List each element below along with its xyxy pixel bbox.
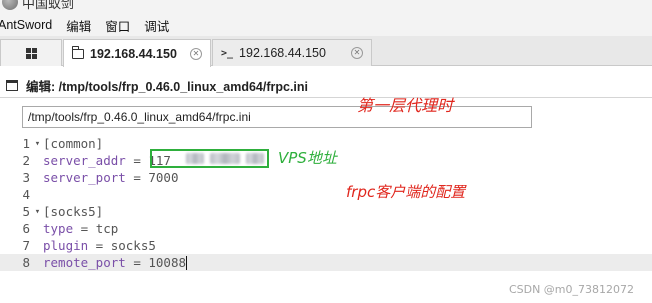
config-key: plugin <box>43 238 89 253</box>
menu-edit[interactable]: 编辑 <box>66 16 91 35</box>
line-number: 5 <box>22 204 30 219</box>
section-header: [socks5] <box>43 204 104 219</box>
menu-antsword[interactable]: AntSword <box>0 18 52 32</box>
tab-label: 192.168.44.150 <box>90 46 177 61</box>
title-bar: 中国蚁剑 <box>0 0 652 14</box>
text-cursor <box>186 256 188 271</box>
code-line: 6 type = tcp <box>0 220 652 237</box>
window-icon <box>6 79 18 91</box>
line-number: 8 <box>22 255 30 270</box>
line-number: 1 <box>22 136 30 151</box>
section-header: [common] <box>43 136 104 151</box>
config-key: server_port <box>43 170 126 185</box>
tab-home[interactable] <box>0 39 62 66</box>
file-path-input[interactable] <box>22 106 532 128</box>
tab-bar: 192.168.44.150 ✕ >_ 192.168.44.150 ✕ <box>0 36 652 67</box>
folder-icon <box>71 45 84 59</box>
close-icon[interactable]: ✕ <box>351 47 363 59</box>
terminal-icon: >_ <box>221 47 234 59</box>
code-line-active: 8 remote_port = 10088 <box>0 254 652 271</box>
line-number: 7 <box>22 238 30 253</box>
config-key: type <box>43 221 74 236</box>
line-number: 4 <box>22 187 30 202</box>
editor-panel-header: 编辑: /tmp/tools/frp_0.46.0_linux_amd64/fr… <box>0 74 652 96</box>
line-number: 2 <box>22 153 30 168</box>
menu-bar: AntSword 编辑 窗口 调试 <box>0 14 652 36</box>
fold-arrow-icon[interactable]: ▾ <box>32 139 43 149</box>
tab-terminal[interactable]: >_ 192.168.44.150 ✕ <box>212 39 372 66</box>
vps-address-highlight <box>150 149 269 168</box>
code-line: 2 server_addr = 117 <box>0 152 652 169</box>
divider <box>0 97 652 98</box>
line-number: 6 <box>22 221 30 236</box>
config-key: server_addr <box>43 153 126 168</box>
code-line: 5 ▾ [socks5] <box>0 203 652 220</box>
window-title: 中国蚁剑 <box>22 0 75 11</box>
menu-debug[interactable]: 调试 <box>144 16 169 35</box>
panel-title: 编辑: /tmp/tools/frp_0.46.0_linux_amd64/fr… <box>26 79 309 94</box>
config-value: tcp <box>95 221 119 236</box>
config-value: 7000 <box>148 170 179 185</box>
annotation-first-layer: 第一层代理时 <box>357 96 454 115</box>
app-logo-icon <box>2 0 18 10</box>
code-editor[interactable]: 1 ▾ [common] 2 server_addr = 117 3 serve… <box>0 133 652 303</box>
tab-label: 192.168.44.150 <box>239 46 326 60</box>
config-key: remote_port <box>43 254 126 270</box>
config-value: 10088 <box>148 254 187 270</box>
line-number: 3 <box>22 170 30 185</box>
code-line: 1 ▾ [common] <box>0 135 652 152</box>
menu-window[interactable]: 窗口 <box>105 16 130 35</box>
code-line: 7 plugin = socks5 <box>0 237 652 254</box>
code-line: 4 <box>0 186 652 203</box>
watermark: CSDN @m0_73812072 <box>508 283 634 296</box>
close-icon[interactable]: ✕ <box>190 47 202 60</box>
grid-icon <box>25 47 37 59</box>
code-line: 3 server_port = 7000 <box>0 169 652 186</box>
fold-arrow-icon[interactable]: ▾ <box>32 207 43 217</box>
config-value: socks5 <box>110 238 156 253</box>
tab-file-manager[interactable]: 192.168.44.150 ✕ <box>63 39 211 67</box>
